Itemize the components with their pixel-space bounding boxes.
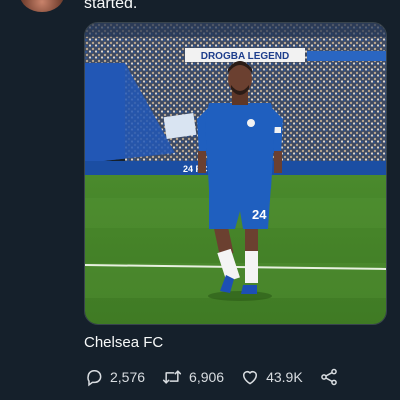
repost-count: 6,906: [189, 369, 225, 385]
tweet-text: started.: [84, 0, 138, 12]
like-count: 43.9K: [266, 369, 303, 385]
share-button[interactable]: [319, 367, 339, 387]
repost-button[interactable]: 6,906: [161, 367, 240, 387]
avatar[interactable]: [20, 0, 64, 12]
share-icon: [319, 367, 339, 387]
stadium-photo: DROGBA LEGEND 24 FC 24: [85, 23, 386, 324]
like-button[interactable]: 43.9K: [240, 367, 319, 387]
stand-banner-text: DROGBA LEGEND: [201, 51, 290, 62]
like-icon: [240, 367, 260, 387]
tweet-media-image[interactable]: DROGBA LEGEND 24 FC 24: [84, 22, 387, 325]
repost-icon: [161, 367, 183, 387]
reply-count: 2,576: [110, 369, 146, 385]
shorts-number: 24: [252, 207, 267, 222]
reply-icon: [84, 367, 104, 387]
reply-button[interactable]: 2,576: [84, 367, 161, 387]
tweet-actions-bar: 2,576 6,906 43.9K: [84, 364, 339, 390]
media-caption: Chelsea FC: [84, 334, 164, 351]
